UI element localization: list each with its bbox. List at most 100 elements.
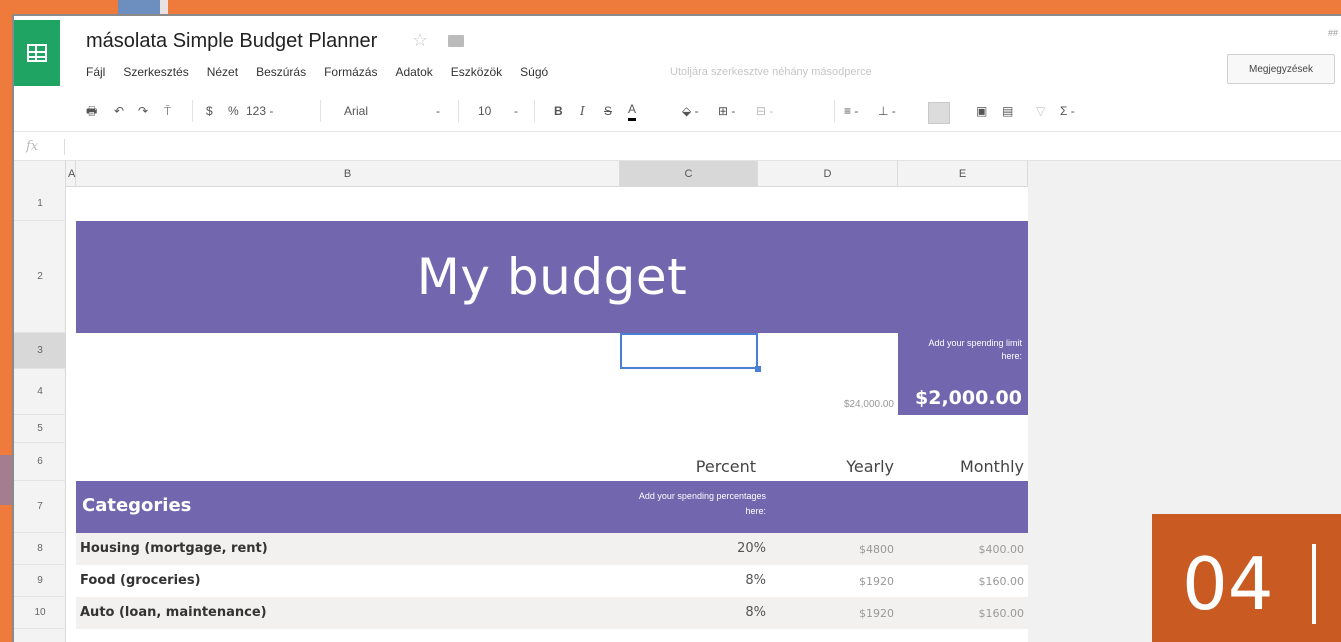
- toolbar: 🖶 ↶ ↷ ⍑ $ % 123 - Arial - 10 - B I S A ⬙…: [14, 92, 1341, 132]
- column-header-a[interactable]: A: [66, 161, 76, 187]
- toolbar-divider: [834, 100, 835, 122]
- row-header[interactable]: 7: [14, 481, 66, 533]
- spreadsheet-grid: A B C D E 1 2 3 4 5 6 7 8 9 10 My budget: [14, 161, 1341, 642]
- row-header[interactable]: 3: [14, 333, 66, 369]
- toolbar-divider: [534, 100, 535, 122]
- menu-tools[interactable]: Eszközök: [451, 65, 502, 79]
- categories-band[interactable]: Categories Add your spending percentages…: [76, 481, 1028, 533]
- category-percent: 8%: [745, 605, 766, 620]
- yearly-total-value[interactable]: $24,000.00: [804, 399, 894, 410]
- vertical-align-icon[interactable]: ⊥ -: [878, 101, 896, 121]
- category-name: Auto (loan, maintenance): [80, 605, 267, 620]
- italic-button[interactable]: I: [580, 101, 585, 121]
- fill-handle[interactable]: [755, 366, 761, 372]
- account-hint: ##: [1328, 28, 1339, 38]
- row-header[interactable]: 4: [14, 369, 66, 415]
- undo-icon[interactable]: ↶: [114, 101, 124, 121]
- row-header[interactable]: 10: [14, 597, 66, 629]
- row-header[interactable]: 6: [14, 443, 66, 481]
- text-color-button[interactable]: A: [628, 101, 637, 121]
- text-wrap-button[interactable]: [928, 102, 950, 124]
- print-icon[interactable]: 🖶: [86, 101, 97, 121]
- chevron-down-icon[interactable]: -: [514, 101, 518, 121]
- row-header[interactable]: 9: [14, 565, 66, 597]
- menu-help[interactable]: Súgó: [520, 65, 548, 79]
- category-percent: 8%: [745, 573, 766, 588]
- fx-icon: fx: [26, 139, 39, 154]
- category-name: Food (groceries): [80, 573, 201, 588]
- column-header-b[interactable]: B: [76, 161, 620, 187]
- table-row[interactable]: Auto (loan, maintenance) 8% $1920 $160.0…: [76, 597, 1028, 629]
- select-all-corner[interactable]: [14, 161, 66, 187]
- spending-limit-hint: Add your spending limit here:: [928, 338, 1022, 361]
- paint-format-icon[interactable]: ⍑: [164, 101, 171, 121]
- comment-icon[interactable]: ▣: [976, 101, 987, 121]
- percent-hint: Add your spending percentages here:: [638, 491, 766, 516]
- toolbar-divider: [458, 100, 459, 122]
- redo-icon[interactable]: ↷: [138, 101, 148, 121]
- column-header-d[interactable]: D: [758, 161, 898, 187]
- menu-insert[interactable]: Beszúrás: [256, 65, 306, 79]
- step-number-badge: 04: [1152, 514, 1341, 642]
- category-monthly: $160.00: [978, 607, 1025, 620]
- menu-file[interactable]: Fájl: [86, 65, 105, 79]
- percent-format-button[interactable]: %: [228, 101, 239, 121]
- menu-edit[interactable]: Szerkesztés: [123, 65, 188, 79]
- number-format-dropdown[interactable]: 123 -: [246, 101, 273, 121]
- sheets-logo-icon[interactable]: [14, 20, 60, 86]
- document-title[interactable]: másolata Simple Budget Planner: [86, 30, 377, 53]
- row-header[interactable]: 2: [14, 221, 66, 333]
- chevron-down-icon[interactable]: -: [436, 101, 440, 121]
- category-yearly: $1920: [859, 607, 894, 620]
- column-header-c[interactable]: C: [620, 161, 758, 187]
- folder-icon[interactable]: [448, 35, 464, 47]
- toolbar-divider: [192, 100, 193, 122]
- borders-icon[interactable]: ⊞ -: [718, 101, 735, 121]
- budget-title-band[interactable]: My budget: [76, 221, 1028, 333]
- category-yearly: $1920: [859, 575, 894, 588]
- categories-label: Categories: [82, 495, 192, 516]
- toolbar-divider: [320, 100, 321, 122]
- column-header-e[interactable]: E: [898, 161, 1028, 187]
- comments-button[interactable]: Megjegyzések: [1227, 54, 1335, 84]
- fill-color-icon[interactable]: ⬙ -: [682, 101, 699, 121]
- menu-data[interactable]: Adatok: [395, 65, 432, 79]
- budget-title: My budget: [416, 248, 688, 306]
- row-header[interactable]: 1: [14, 187, 66, 221]
- menu-view[interactable]: Nézet: [207, 65, 238, 79]
- row-header[interactable]: 8: [14, 533, 66, 565]
- currency-format-button[interactable]: $: [206, 101, 213, 121]
- last-edit-status[interactable]: Utoljára szerkesztve néhány másodperce: [670, 66, 872, 78]
- horizontal-align-icon[interactable]: ≡ -: [844, 101, 858, 121]
- formula-separator: [64, 139, 65, 155]
- menu-format[interactable]: Formázás: [324, 65, 377, 79]
- spending-limit-cell[interactable]: Add your spending limit here: $2,000.00: [898, 333, 1028, 415]
- category-monthly: $160.00: [978, 575, 1025, 588]
- spending-limit-value: $2,000.00: [915, 387, 1022, 409]
- merge-cells-icon[interactable]: ⊟ -: [756, 101, 773, 121]
- background-edge: [0, 455, 12, 505]
- filter-icon[interactable]: ▽: [1036, 101, 1045, 121]
- bold-button[interactable]: B: [554, 101, 563, 121]
- monthly-header[interactable]: Monthly: [896, 457, 1024, 476]
- step-number: 04: [1182, 542, 1274, 626]
- sheets-window: másolata Simple Budget Planner ☆ Fájl Sz…: [12, 14, 1341, 642]
- font-family-dropdown[interactable]: Arial: [344, 101, 368, 121]
- percent-header[interactable]: Percent: [626, 457, 756, 476]
- sheet-content[interactable]: My budget Add your spending limit here: …: [66, 187, 1028, 642]
- table-row[interactable]: Housing (mortgage, rent) 20% $4800 $400.…: [76, 533, 1028, 565]
- category-monthly: $400.00: [978, 543, 1025, 556]
- strikethrough-button[interactable]: S: [604, 101, 612, 121]
- column-headers: A B C D E: [14, 161, 1028, 187]
- insert-chart-icon[interactable]: ▤: [1002, 101, 1013, 121]
- font-size-dropdown[interactable]: 10: [478, 101, 491, 121]
- app-header: másolata Simple Budget Planner ☆ Fájl Sz…: [14, 16, 1341, 92]
- selected-cell[interactable]: [620, 333, 758, 369]
- category-percent: 20%: [737, 541, 766, 556]
- yearly-header[interactable]: Yearly: [766, 457, 894, 476]
- row-header[interactable]: 5: [14, 415, 66, 443]
- star-icon[interactable]: ☆: [412, 30, 428, 51]
- badge-divider: [1312, 544, 1316, 624]
- functions-button[interactable]: Σ -: [1060, 101, 1075, 121]
- table-row[interactable]: Food (groceries) 8% $1920 $160.00: [76, 565, 1028, 597]
